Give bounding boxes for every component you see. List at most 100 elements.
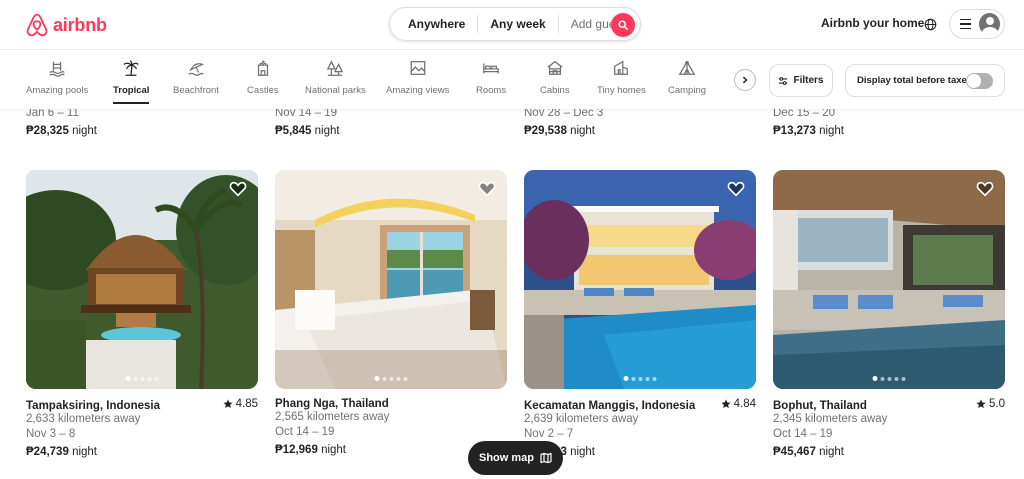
listing-rating: 4.84 [721,398,756,410]
host-link[interactable]: Airbnb your home [821,16,924,30]
heart-icon[interactable] [478,180,496,198]
palm-tree-icon [123,60,139,76]
category-label: Cabins [540,85,570,96]
category-label: Beachfront [173,85,219,96]
listing-image [773,170,1005,389]
category-cabins[interactable]: Cabins [540,59,570,96]
search-button[interactable] [611,13,635,37]
listing-dates: Nov 3 – 8 [26,428,76,440]
category-label: National parks [305,85,366,96]
listing-distance: 2,639 kilometers away [524,413,639,425]
photo-pagination-dots [623,376,657,381]
category-label: Amazing views [386,85,450,96]
listing-image [26,170,258,389]
beach-icon [188,63,204,76]
listing-image [275,170,507,389]
listing-card[interactable]: Bophut, Thailand 5.0 2,345 kilometers aw… [773,170,1005,458]
category-label: Camping [668,85,707,96]
star-icon [721,399,731,409]
show-map-label: Show map [478,452,534,464]
category-bar: Amazing pools Tropical Beachfront Castle… [0,51,1024,109]
view-icon [410,61,426,75]
category-tiny-homes[interactable]: Tiny homes [597,59,646,96]
photo-pagination-dots [872,376,906,381]
filters-button[interactable]: Filters [769,64,833,97]
heart-icon[interactable] [976,180,994,198]
listing-price: ₱29,538 night [524,125,595,137]
tiny-home-icon [614,60,629,75]
park-icon [327,60,344,76]
display-total-toggle-button[interactable]: Display total before taxes [845,64,1005,97]
listing-location: Tampaksiring, Indonesia [26,400,160,412]
top-header: airbnb Anywhere Any week Add guests Airb… [0,0,1024,50]
chevron-right-icon [742,76,748,84]
listing-card[interactable]: Phang Nga, Thailand 2,565 kilometers awa… [275,170,507,456]
category-national-parks[interactable]: National parks [305,59,366,96]
photo-pagination-dots [374,376,408,381]
categories-next-button[interactable] [734,69,756,91]
filters-icon [779,76,788,85]
listing-card-partial[interactable]: Nov 14 – 19 ₱5,845 night [275,107,507,137]
listing-rating: 5.0 [976,398,1005,410]
listing-price: ₱13,273 night [773,125,844,137]
listing-location: Bophut, Thailand [773,400,867,412]
listing-info: Tampaksiring, Indonesia 4.85 2,633 kilom… [26,398,258,458]
category-beachfront[interactable]: Beachfront [173,59,219,96]
brand-name: airbnb [53,14,107,35]
category-camping[interactable]: Camping [668,59,706,96]
category-amazing-pools[interactable]: Amazing pools [26,59,88,96]
category-amazing-views[interactable]: Amazing views [386,59,449,96]
pool-icon [49,61,65,77]
hamburger-icon [960,18,971,30]
language-button[interactable] [920,14,940,34]
heart-icon[interactable] [727,180,745,198]
heart-icon[interactable] [229,180,247,198]
listing-photo[interactable] [524,170,756,389]
listing-photo[interactable] [275,170,507,389]
listing-rating: 4.85 [223,398,258,410]
listing-distance: 2,565 kilometers away [275,411,390,423]
search-icon [618,20,628,30]
listing-image [524,170,756,389]
category-label: Amazing pools [26,85,89,96]
castle-icon [257,60,268,76]
filters-label: Filters [793,75,824,86]
category-castles[interactable]: Castles [247,59,279,96]
listing-price: ₱24,739 night [26,446,97,458]
category-rooms[interactable]: Rooms [476,59,506,96]
listing-card-partial[interactable]: Nov 28 – Dec 3 ₱29,538 night [524,107,756,137]
listing-card-partial[interactable]: Jan 6 – 11 ₱28,325 night [26,107,258,137]
show-map-button[interactable]: Show map [468,441,563,475]
user-menu-button[interactable] [949,9,1005,39]
category-label: Rooms [476,85,507,96]
taxes-label: Display total before taxes [857,75,973,86]
category-tropical[interactable]: Tropical [113,59,150,104]
listing-location: Kecamatan Manggis, Indonesia [524,400,696,412]
airbnb-logo-icon [26,13,48,37]
photo-pagination-dots [125,376,159,381]
bed-icon [483,63,499,74]
listing-dates: Oct 14 – 19 [773,428,833,440]
listing-card[interactable]: Tampaksiring, Indonesia 4.85 2,633 kilom… [26,170,258,458]
listing-info: Bophut, Thailand 5.0 2,345 kilometers aw… [773,398,1005,458]
listing-location: Phang Nga, Thailand [275,398,389,410]
category-label: Castles [247,85,279,96]
map-icon [540,452,552,464]
category-label: Tiny homes [597,85,646,96]
listing-price: ₱28,325 night [26,125,97,137]
listing-photo[interactable] [26,170,258,389]
globe-icon [924,18,936,30]
taxes-toggle[interactable] [966,73,993,89]
avatar [979,13,1000,35]
search-week-button[interactable]: Any week [477,15,559,33]
airbnb-logo[interactable]: airbnb [26,12,107,38]
search-bar[interactable]: Anywhere Any week Add guests [389,7,641,41]
listing-card[interactable]: Kecamatan Manggis, Indonesia 4.84 2,639 … [524,170,756,458]
listing-card-partial[interactable]: Dec 15 – 20 ₱13,273 night [773,107,1005,137]
search-anywhere-button[interactable]: Anywhere [390,17,477,31]
listing-dates: Oct 14 – 19 [275,426,335,438]
cabin-icon [547,60,563,75]
listing-photo[interactable] [773,170,1005,389]
listing-distance: 2,345 kilometers away [773,413,888,425]
category-label: Tropical [113,85,150,96]
